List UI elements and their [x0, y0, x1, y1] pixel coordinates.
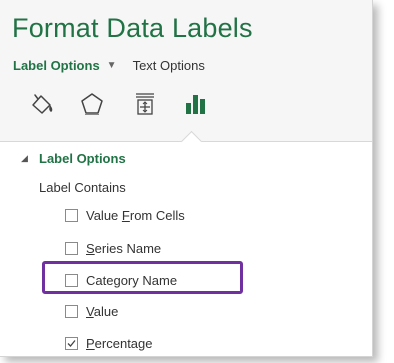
option-label: Percentage — [86, 335, 153, 351]
checkbox-value[interactable] — [65, 304, 78, 318]
option-label: Value — [86, 303, 119, 319]
options-tab-row: Label Options ▼ Text Options — [13, 57, 205, 73]
checkmark-icon — [67, 339, 76, 347]
option-label: Series Name — [86, 240, 162, 256]
checkbox-value-from-cells[interactable] — [65, 208, 78, 222]
label-options-icon[interactable] — [183, 91, 209, 117]
label-options-section-header[interactable]: ◢ Label Options — [21, 151, 126, 166]
label-contains-heading: Label Contains — [39, 180, 126, 195]
option-series-name[interactable]: Series Name — [65, 240, 161, 256]
tab-label-options[interactable]: Label Options — [13, 58, 100, 73]
pane-title: Format Data Labels — [12, 13, 253, 43]
effects-icon[interactable] — [79, 91, 105, 117]
chevron-down-icon[interactable]: ▼ — [107, 60, 117, 71]
option-label: Value From Cells — [86, 207, 185, 223]
checkbox-series-name[interactable] — [65, 241, 78, 255]
section-title: Label Options — [39, 151, 126, 166]
fill-line-icon[interactable] — [29, 91, 55, 117]
category-name-highlight-box — [42, 261, 243, 294]
option-value-from-cells[interactable]: Value From Cells — [65, 207, 185, 223]
option-value[interactable]: Value — [65, 303, 118, 319]
format-data-labels-pane: Format Data Labels Label Options ▼ Text … — [0, 0, 373, 357]
tab-text-options[interactable]: Text Options — [133, 58, 205, 73]
option-percentage[interactable]: Percentage — [65, 335, 153, 351]
checkbox-percentage[interactable] — [65, 336, 78, 350]
collapse-arrow-icon[interactable]: ◢ — [21, 153, 31, 164]
size-properties-icon[interactable] — [132, 91, 158, 117]
